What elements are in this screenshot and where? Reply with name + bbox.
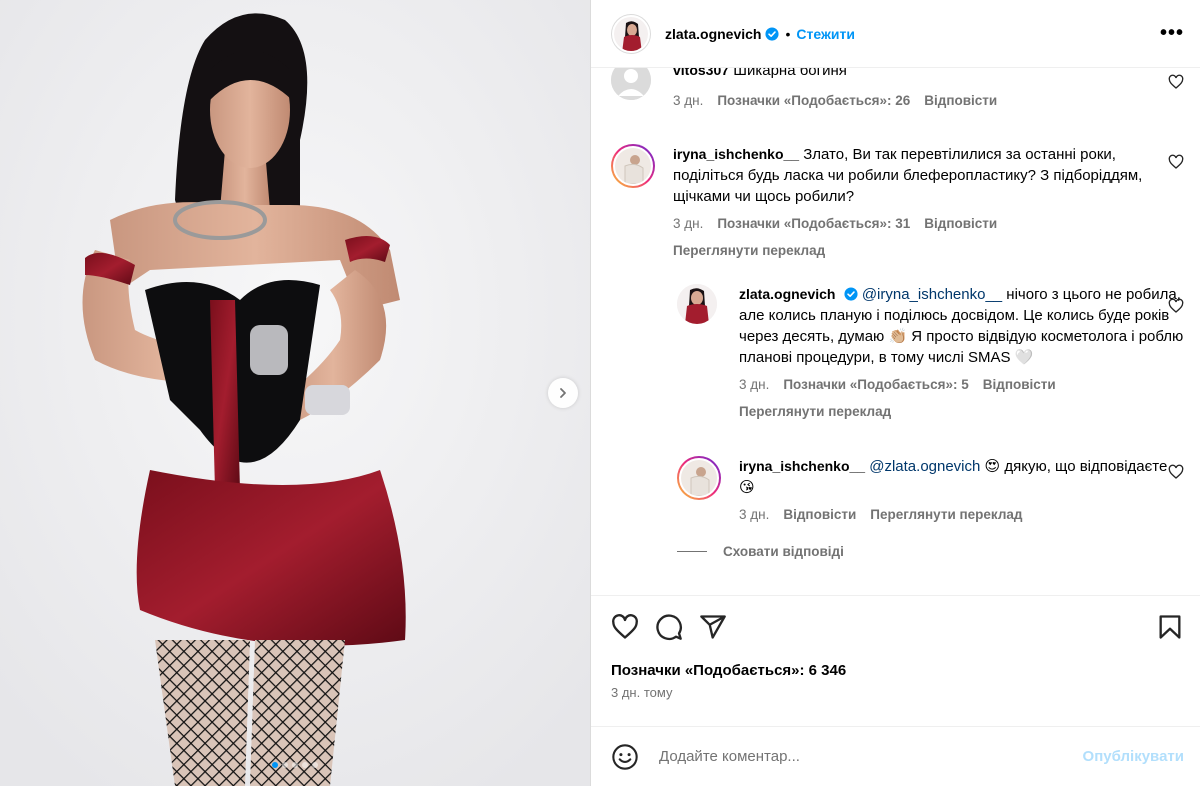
avatar-image <box>681 460 717 496</box>
post-timestamp[interactable]: 3 дн. тому <box>591 685 1200 700</box>
reply-username[interactable]: iryna_ishchenko__ <box>739 458 865 474</box>
see-translation-button[interactable]: Переглянути переклад <box>739 401 1184 422</box>
reply-likes[interactable]: Позначки «Подобається»: 5 <box>783 374 968 395</box>
reply-time[interactable]: 3 дн. <box>739 504 769 525</box>
comment-likes[interactable]: Позначки «Подобається»: 31 <box>717 213 910 234</box>
mention-link[interactable]: @zlata.ognevich <box>869 458 980 475</box>
comments-list[interactable]: vitos307 Шикарна богиня 3 дн. Позначки «… <box>591 68 1200 596</box>
hide-replies-button[interactable]: Сховати відповіді <box>677 544 844 559</box>
like-comment-heart-icon[interactable] <box>1168 298 1184 314</box>
comment-item: vitos307 Шикарна богиня 3 дн. Позначки «… <box>611 68 1184 111</box>
author-avatar[interactable] <box>611 13 651 54</box>
comment-username[interactable]: iryna_ishchenko__ <box>673 146 799 162</box>
avatar-image <box>614 16 648 51</box>
add-comment-bar: Опублікувати <box>591 726 1200 786</box>
comment-item: iryna_ishchenko__ Злато, Ви так перевтіл… <box>611 144 1184 261</box>
hide-replies-label: Сховати відповіді <box>723 544 844 559</box>
reply-button[interactable]: Відповісти <box>924 90 997 111</box>
carousel-dot <box>272 762 278 768</box>
carousel-dot <box>312 762 318 768</box>
commenter-avatar[interactable] <box>611 144 655 188</box>
mention-link[interactable]: @iryna_ishchenko__ <box>862 286 1002 303</box>
header-separator: • <box>785 25 791 42</box>
see-translation-button[interactable]: Переглянути переклад <box>673 240 1184 261</box>
comment-text: Шикарна богиня <box>733 68 847 79</box>
comment-time[interactable]: 3 дн. <box>673 213 703 234</box>
like-comment-heart-icon[interactable] <box>1168 74 1184 90</box>
post-actions <box>591 596 1200 658</box>
post-header: zlata.ognevich • Стежити ••• <box>591 0 1200 68</box>
see-translation-button[interactable]: Переглянути переклад <box>870 504 1022 525</box>
avatar-image <box>615 148 651 184</box>
comment-input[interactable] <box>659 748 1083 765</box>
post-image <box>0 0 590 786</box>
comment-time[interactable]: 3 дн. <box>673 90 703 111</box>
chevron-right-icon <box>560 388 566 398</box>
hide-replies-line <box>677 551 707 552</box>
like-heart-icon[interactable] <box>611 613 639 641</box>
post-dialog: zlata.ognevich • Стежити ••• vitos307 Ши… <box>0 0 1200 786</box>
carousel-dot <box>282 762 288 768</box>
follow-button[interactable]: Стежити <box>796 26 855 42</box>
post-sidebar: zlata.ognevich • Стежити ••• vitos307 Ши… <box>591 0 1200 786</box>
carousel-dot <box>292 762 298 768</box>
carousel-dot <box>302 762 308 768</box>
commenter-avatar[interactable] <box>611 68 651 100</box>
reply-item: zlata.ognevich @iryna_ishchenko__ нічого… <box>677 284 1184 422</box>
reply-button[interactable]: Відповісти <box>924 213 997 234</box>
like-comment-heart-icon[interactable] <box>1168 464 1184 480</box>
post-photo[interactable] <box>0 0 590 786</box>
publish-button[interactable]: Опублікувати <box>1083 748 1184 765</box>
author-username[interactable]: zlata.ognevich <box>665 26 761 42</box>
reply-button[interactable]: Відповісти <box>983 374 1056 395</box>
avatar-image <box>677 284 717 324</box>
carousel-next-button[interactable] <box>548 378 578 408</box>
reply-username[interactable]: zlata.ognevich <box>739 286 835 302</box>
commenter-avatar[interactable] <box>677 284 717 324</box>
carousel-indicator <box>0 762 590 768</box>
emoji-icon[interactable] <box>611 743 639 771</box>
more-options-button[interactable]: ••• <box>1160 22 1184 45</box>
like-comment-heart-icon[interactable] <box>1168 154 1184 170</box>
verified-badge-icon <box>844 287 858 301</box>
commenter-avatar[interactable] <box>677 456 721 500</box>
reply-time[interactable]: 3 дн. <box>739 374 769 395</box>
default-avatar-icon <box>611 68 651 100</box>
comment-icon[interactable] <box>655 613 683 641</box>
likes-count[interactable]: Позначки «Подобається»: 6 346 <box>591 662 1200 679</box>
verified-badge-icon <box>765 26 780 41</box>
share-icon[interactable] <box>699 613 727 641</box>
reply-item: iryna_ishchenko__ @zlata.ognevich 😍 дяку… <box>677 456 1184 525</box>
comment-likes[interactable]: Позначки «Подобається»: 26 <box>717 90 910 111</box>
reply-button[interactable]: Відповісти <box>783 504 856 525</box>
bookmark-icon[interactable] <box>1156 613 1184 641</box>
comment-username[interactable]: vitos307 <box>673 68 729 78</box>
